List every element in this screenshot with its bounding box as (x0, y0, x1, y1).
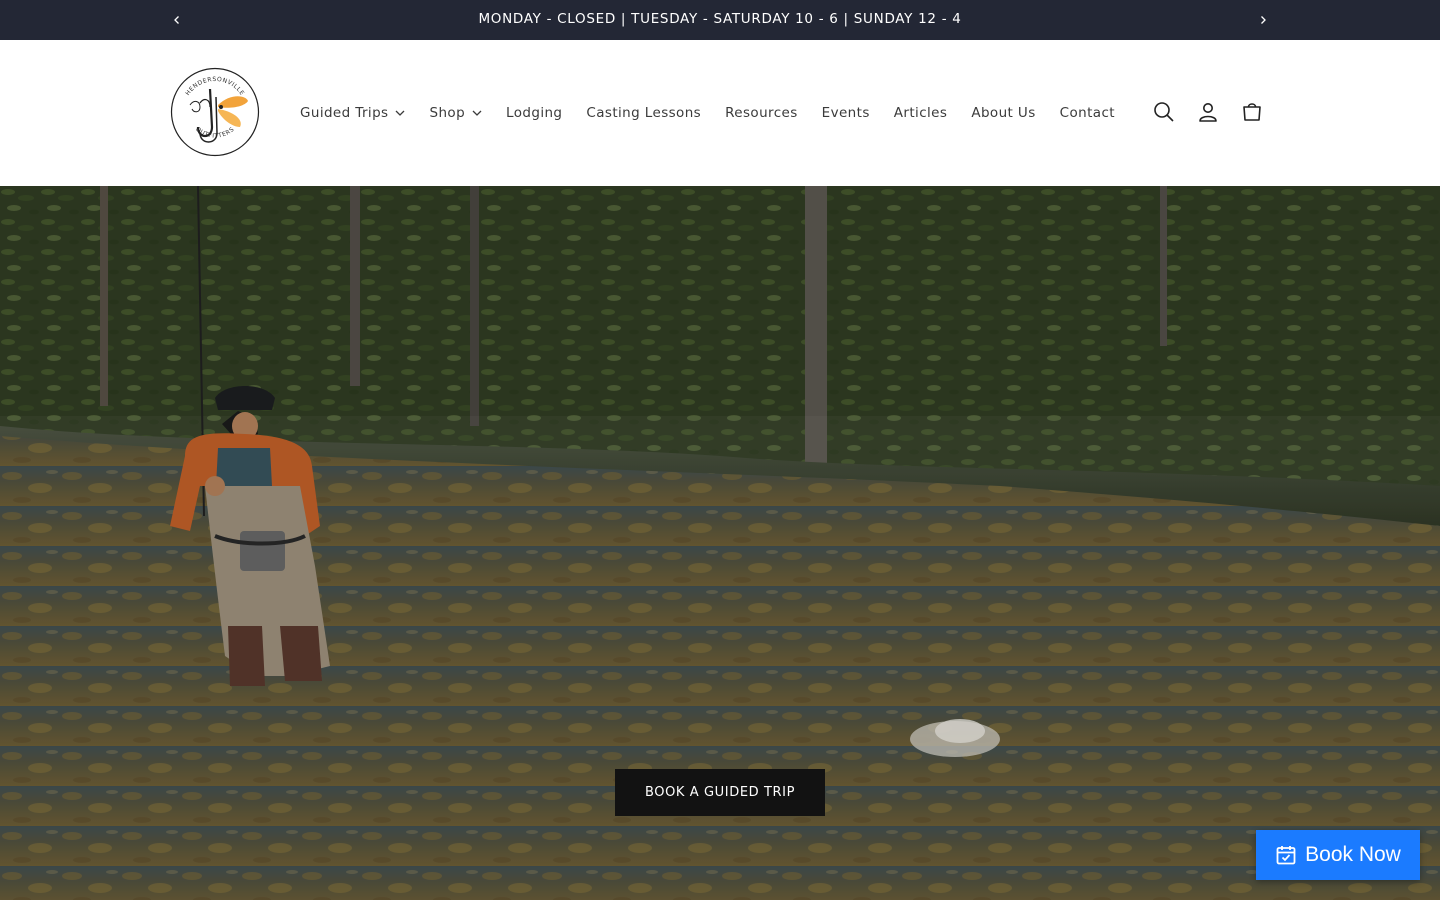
nav-item-lodging[interactable]: Lodging (494, 105, 574, 121)
chevron-down-icon (395, 110, 405, 116)
site-logo[interactable]: HENDERSONVILLE OUTFITTERS (170, 67, 260, 157)
nav-label: Casting Lessons (586, 105, 702, 121)
nav-label: Events (821, 105, 870, 121)
nav-label: About Us (971, 105, 1036, 121)
nav-label: Guided Trips (300, 105, 389, 121)
nav-item-guided-trips[interactable]: Guided Trips (288, 105, 417, 121)
nav-label: Resources (725, 105, 798, 121)
hero-banner: BOOK A GUIDED TRIP (0, 186, 1440, 900)
chevron-down-icon (472, 110, 482, 116)
main-nav: Guided Trips Shop Lodging Casting Lesson… (288, 40, 1127, 186)
cart-button[interactable] (1230, 90, 1274, 134)
book-now-label: Book Now (1305, 843, 1401, 866)
announcement-next-button[interactable] (1253, 10, 1273, 30)
fly-hook-logo: HENDERSONVILLE OUTFITTERS (170, 67, 260, 157)
site-header: HENDERSONVILLE OUTFITTERS Guided Trips S… (0, 40, 1440, 186)
chevron-right-icon (1261, 16, 1266, 24)
nav-item-contact[interactable]: Contact (1048, 105, 1127, 121)
nav-item-articles[interactable]: Articles (882, 105, 960, 121)
calendar-check-icon (1275, 844, 1297, 866)
search-icon (1154, 102, 1174, 122)
header-icons (1142, 90, 1274, 134)
account-button[interactable] (1186, 90, 1230, 134)
nav-label: Lodging (506, 105, 563, 121)
nav-item-casting-lessons[interactable]: Casting Lessons (574, 105, 713, 121)
book-now-button[interactable]: Book Now (1256, 830, 1420, 880)
cart-icon (1243, 103, 1261, 121)
nav-item-shop[interactable]: Shop (417, 105, 494, 121)
nav-label: Articles (893, 105, 948, 121)
search-button[interactable] (1142, 90, 1186, 134)
account-icon (1199, 103, 1217, 122)
nav-item-resources[interactable]: Resources (713, 105, 810, 121)
nav-item-events[interactable]: Events (810, 105, 882, 121)
nav-label: Shop (429, 105, 466, 121)
announcement-bar: MONDAY - CLOSED | TUESDAY - SATURDAY 10 … (0, 0, 1440, 40)
announcement-text: MONDAY - CLOSED | TUESDAY - SATURDAY 10 … (478, 11, 962, 27)
nav-label: Contact (1059, 105, 1115, 121)
book-guided-trip-button[interactable]: BOOK A GUIDED TRIP (615, 769, 825, 816)
nav-item-about-us[interactable]: About Us (959, 105, 1047, 121)
